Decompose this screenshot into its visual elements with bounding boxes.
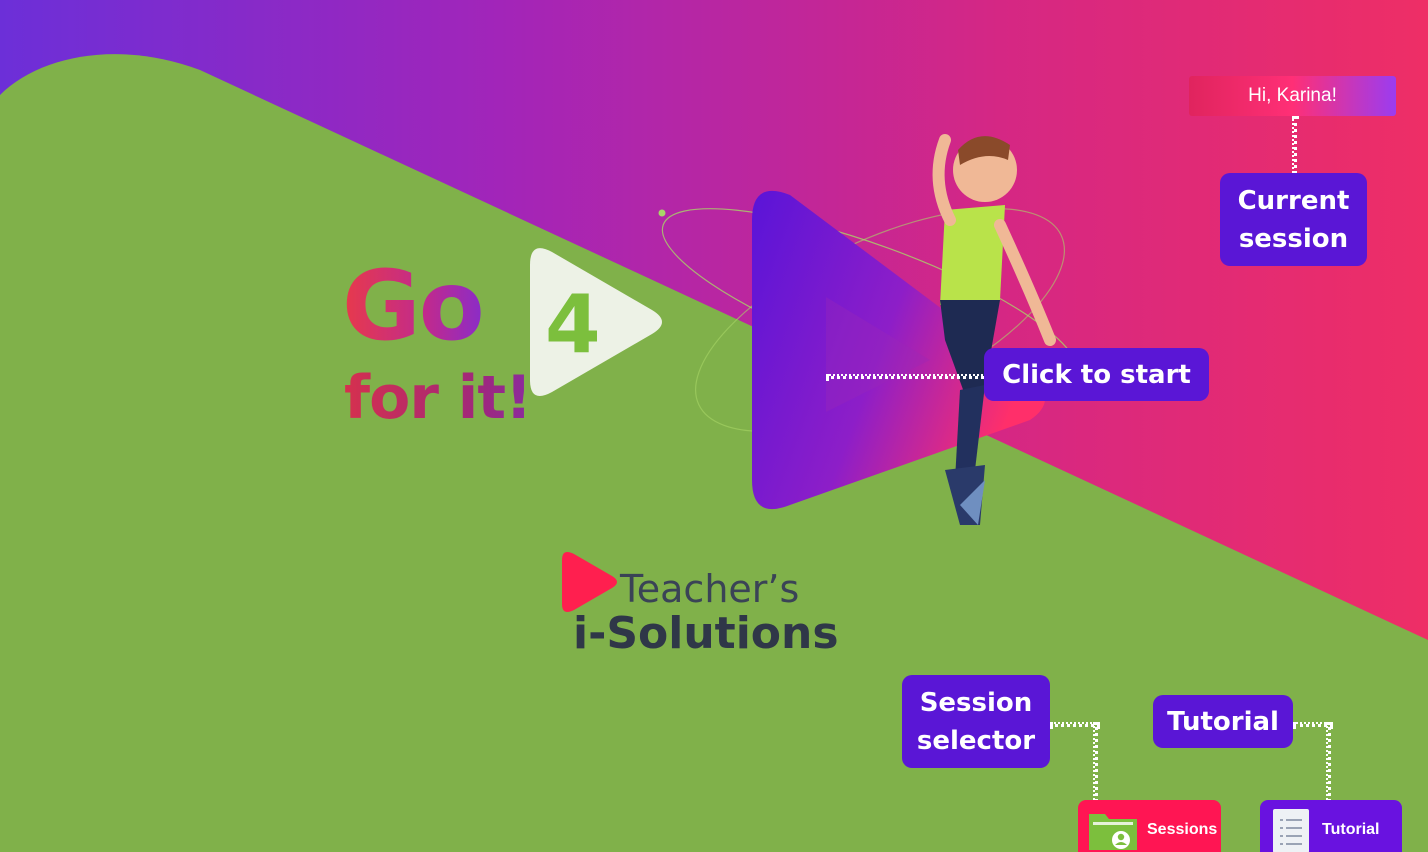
tooltip-current-session: Current session — [1220, 173, 1367, 266]
connector-click-to-start — [826, 374, 990, 379]
logo-word-go: Go — [342, 250, 485, 362]
tutorial-button[interactable]: Tutorial — [1260, 800, 1402, 852]
tooltip-session-selector-line1: Session — [919, 687, 1033, 718]
tooltip-session-selector: Session selector — [902, 675, 1050, 768]
connector-tutorial-v — [1326, 722, 1331, 808]
connector-session-selector-v — [1093, 722, 1098, 808]
user-greeting[interactable]: Hi, Karina! — [1189, 76, 1396, 116]
tooltip-tutorial: Tutorial — [1153, 695, 1293, 748]
logo-level-number: 4 — [545, 278, 601, 371]
logo-word-forit: for it! — [344, 363, 532, 433]
connector-current-session — [1292, 116, 1297, 180]
brand-line1: Teacher’s — [620, 567, 800, 611]
folder-user-icon — [1089, 814, 1137, 850]
brand-line2: i-Solutions — [573, 608, 839, 659]
tooltip-current-session-line2: session — [1238, 223, 1349, 254]
tooltip-session-selector-line2: selector — [916, 725, 1036, 756]
sessions-button-label: Sessions — [1147, 821, 1218, 838]
tooltip-current-session-line1: Current — [1237, 185, 1350, 216]
list-icon — [1273, 809, 1309, 852]
sessions-button[interactable]: Sessions — [1078, 800, 1221, 852]
tooltip-click-to-start: Click to start — [984, 348, 1209, 401]
tutorial-button-label: Tutorial — [1322, 821, 1380, 838]
start-screen: Go 4 for it! Teacher’s i-Solutions Hi, K… — [0, 0, 1428, 852]
